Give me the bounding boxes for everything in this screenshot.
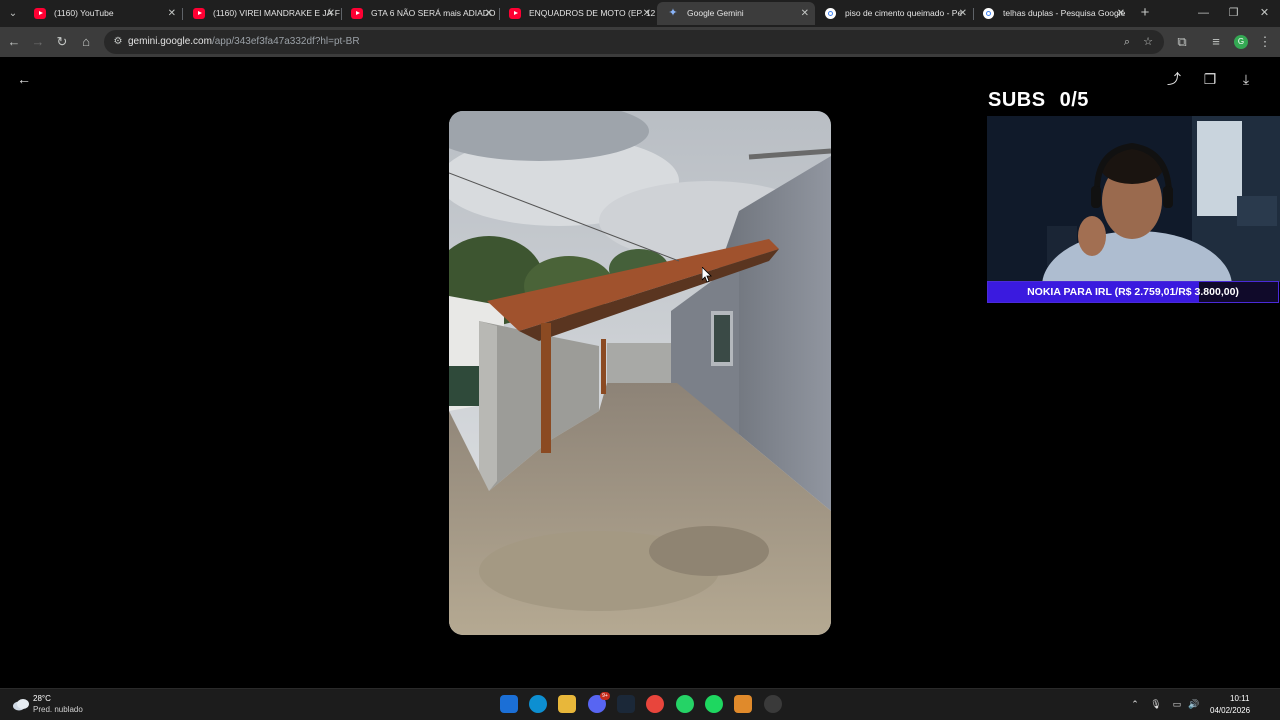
- youtube-icon: [193, 8, 205, 19]
- tab-google-search-piso[interactable]: piso de cimento queimado - Pe ✕: [815, 2, 973, 25]
- steam-icon[interactable]: [617, 695, 635, 713]
- tab-title: (1160) VIREI MANDRAKE E JÁ F: [213, 8, 340, 18]
- youtube-icon: [351, 8, 363, 19]
- subs-label: SUBS: [988, 89, 1046, 111]
- tab-youtube-video[interactable]: (1160) VIREI MANDRAKE E JÁ F ✕: [183, 2, 341, 25]
- tab-youtube[interactable]: (1160) YouTube ✕: [24, 2, 182, 25]
- address-bar[interactable]: ⚙ gemini.google.com/app/343ef3fa47a332df…: [104, 30, 1164, 54]
- goal-text: NOKIA PARA IRL (R$ 2.759,01/R$ 3.800,00): [1027, 286, 1239, 298]
- youtube-icon: [34, 8, 46, 19]
- site-settings-icon[interactable]: ⚙: [112, 35, 124, 49]
- streamer-webcam: [987, 116, 1280, 282]
- weather-temperature[interactable]: 28°C: [33, 694, 51, 703]
- close-icon[interactable]: ✕: [643, 2, 651, 25]
- tab-title: piso de cimento queimado - Pe: [845, 8, 963, 18]
- clock-time[interactable]: 10:11: [1230, 694, 1249, 703]
- bookmark-star-icon[interactable]: ☆: [1139, 33, 1157, 51]
- close-icon[interactable]: ✕: [1117, 2, 1125, 25]
- zoom-icon[interactable]: ⌕: [1118, 33, 1136, 51]
- home-icon[interactable]: ⌂: [77, 33, 95, 51]
- new-tab-button[interactable]: +: [1136, 4, 1154, 22]
- url-host: gemini.google.com: [128, 36, 212, 47]
- generated-image[interactable]: [449, 111, 831, 635]
- subs-count: 0/5: [1059, 89, 1089, 111]
- tab-title: GTA 6 NÃO SERÁ mais ADIADO: [371, 8, 496, 18]
- tab-title: ENQUADROS DE MOTO (EP. 12: [529, 8, 656, 18]
- close-icon[interactable]: ✕: [327, 2, 335, 25]
- tab-youtube-gta[interactable]: GTA 6 NÃO SERÁ mais ADIADO ✕: [341, 2, 499, 25]
- restore-icon[interactable]: ❐: [1218, 0, 1249, 27]
- recorder-icon[interactable]: [764, 695, 782, 713]
- forward-arrow-icon[interactable]: →: [29, 33, 47, 51]
- mouse-cursor-icon: [702, 267, 712, 283]
- microphone-icon[interactable]: 🎙: [1149, 697, 1163, 711]
- browser-menu-icon[interactable]: ⋮: [1256, 33, 1274, 51]
- tab-gemini[interactable]: ✦ Google Gemini ✕: [657, 2, 815, 25]
- tab-title: Google Gemini: [687, 8, 744, 18]
- back-arrow-icon[interactable]: ←: [5, 33, 23, 51]
- webcam-feed: [987, 116, 1280, 282]
- reading-list-icon[interactable]: ≡: [1207, 33, 1225, 51]
- tab-google-search-telhas[interactable]: telhas duplas - Pesquisa Google ✕: [973, 2, 1131, 25]
- download-icon[interactable]: ⤓: [1235, 68, 1257, 90]
- clock-date[interactable]: 04/02/2026: [1210, 706, 1250, 715]
- minimize-icon[interactable]: —: [1188, 0, 1219, 27]
- network-icon[interactable]: ▭: [1170, 697, 1184, 711]
- app-icon[interactable]: [734, 695, 752, 713]
- share-icon[interactable]: ⤴: [1163, 68, 1185, 90]
- google-icon: [825, 8, 836, 19]
- discord-badge: 9+: [600, 692, 610, 700]
- reload-icon[interactable]: ↻: [53, 33, 71, 51]
- url-path: /app/343ef3fa47a332df?hl=pt-BR: [211, 36, 360, 47]
- window-close-icon[interactable]: ✕: [1249, 0, 1280, 27]
- back-arrow-icon[interactable]: ←: [13, 68, 35, 90]
- url-text[interactable]: gemini.google.com/app/343ef3fa47a332df?h…: [128, 30, 360, 54]
- start-windows-icon[interactable]: [500, 695, 518, 713]
- tray-chevron-up-icon[interactable]: ⌃: [1128, 697, 1142, 711]
- tab-title: (1160) YouTube: [54, 8, 114, 18]
- tab-title: telhas duplas - Pesquisa Google: [1003, 8, 1126, 18]
- edge-icon[interactable]: [529, 695, 547, 713]
- whatsapp-icon[interactable]: [676, 695, 694, 713]
- browser-toolbar: ← → ↻ ⌂ ⚙ gemini.google.com/app/343ef3fa…: [0, 27, 1280, 57]
- profile-avatar[interactable]: G: [1234, 35, 1248, 49]
- close-icon[interactable]: ✕: [801, 2, 809, 25]
- donation-goal-bar: NOKIA PARA IRL (R$ 2.759,01/R$ 3.800,00): [987, 281, 1279, 303]
- close-icon[interactable]: ✕: [485, 2, 493, 25]
- taskbar: 28°C Pred. nublado 9+ ⌃ 🎙 ▭ 🔊 10:11 04/0…: [0, 688, 1280, 720]
- weather-description[interactable]: Pred. nublado: [33, 705, 83, 714]
- cloud-weather-icon[interactable]: [12, 697, 30, 711]
- youtube-icon: [509, 8, 521, 19]
- close-icon[interactable]: ✕: [168, 2, 176, 25]
- patio-photo: [449, 111, 831, 635]
- file-explorer-icon[interactable]: [558, 695, 576, 713]
- chrome-icon[interactable]: [646, 695, 664, 713]
- gemini-icon: ✦: [668, 7, 678, 19]
- extensions-icon[interactable]: ⧉: [1173, 33, 1191, 51]
- volume-icon[interactable]: 🔊: [1187, 697, 1201, 711]
- spotify-icon[interactable]: [705, 695, 723, 713]
- tab-search-chevron-icon[interactable]: ⌄: [4, 5, 22, 23]
- subs-counter: SUBS 0/5: [988, 89, 1089, 112]
- tab-youtube-moto[interactable]: ENQUADROS DE MOTO (EP. 12 ✕: [499, 2, 657, 25]
- google-icon: [983, 8, 994, 19]
- discord-icon[interactable]: 9+: [588, 692, 610, 713]
- tab-strip: ⌄ (1160) YouTube ✕ (1160) VIREI MANDRAKE…: [0, 0, 1280, 27]
- copy-icon[interactable]: ❐: [1199, 68, 1221, 90]
- close-icon[interactable]: ✕: [959, 2, 967, 25]
